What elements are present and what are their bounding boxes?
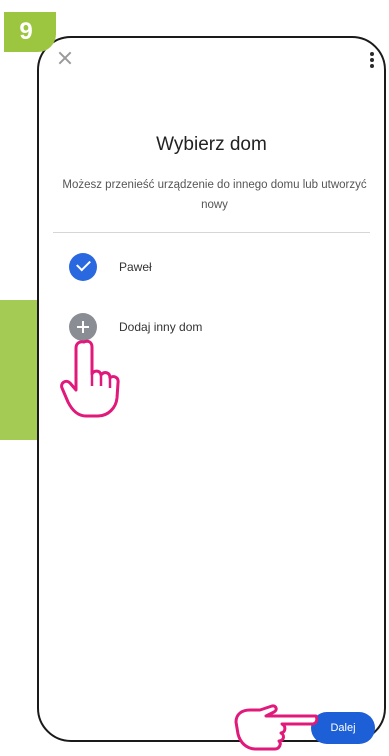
step-badge: 9	[4, 12, 56, 52]
tap-hand-icon	[60, 339, 120, 418]
tap-hand-next-icon	[234, 704, 319, 751]
home-item-pawel[interactable]: Paweł	[69, 252, 152, 282]
page-title: Wybierz dom	[156, 134, 267, 155]
more-vert-icon[interactable]	[370, 52, 374, 68]
add-home-label: Dodaj inny dom	[119, 320, 203, 334]
check-icon	[69, 253, 97, 281]
step-number: 9	[19, 18, 33, 45]
divider	[53, 232, 370, 233]
next-button[interactable]: Dalej	[311, 712, 375, 744]
page-subtitle: Możesz przenieść urządzenie do innego do…	[62, 179, 367, 211]
close-icon[interactable]	[57, 50, 73, 66]
plus-icon	[69, 313, 97, 341]
home-item-label: Paweł	[119, 260, 152, 274]
